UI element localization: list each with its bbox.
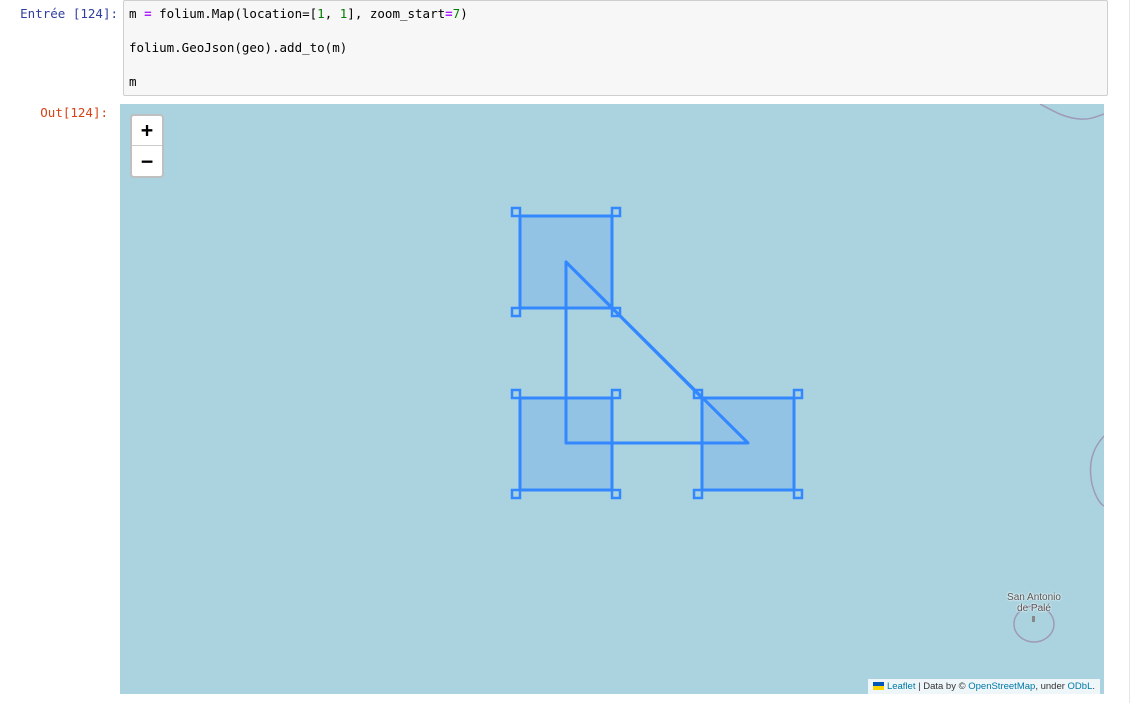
- coastline-right: [1089, 435, 1104, 507]
- code-line-3: m: [129, 74, 137, 89]
- island-marker: [1032, 616, 1035, 622]
- input-prompt: Entrée [124]:: [20, 6, 118, 21]
- ukraine-flag-icon: [872, 682, 884, 690]
- leaflet-link[interactable]: Leaflet: [887, 681, 916, 692]
- zoom-out-button[interactable]: −: [132, 146, 162, 176]
- map-vector-layer: [510, 104, 1104, 643]
- code-editor[interactable]: m = folium.Map(location=[1, 1], zoom_sta…: [123, 0, 1108, 96]
- code-line-2: folium.GeoJson(geo).add_to(m): [129, 40, 348, 55]
- map-attribution: Leaflet | Data by © OpenStreetMap, under…: [867, 679, 1100, 694]
- coastline-top-right: [1039, 104, 1104, 120]
- code-line-1: m = folium.Map(location=[1, 1], zoom_sta…: [129, 6, 468, 21]
- zoom-in-button[interactable]: +: [132, 116, 162, 146]
- output-prompt: Out[124]:: [40, 105, 108, 120]
- place-label: San Antonio de Palé: [1007, 592, 1061, 614]
- geojson-diagonal: [564, 260, 704, 400]
- input-cell: Entrée [124]: m = folium.Map(location=[1…: [0, 0, 1143, 100]
- odbl-link[interactable]: ODbL: [1068, 681, 1093, 692]
- geojson-layer: [518, 214, 796, 492]
- zoom-control: + −: [130, 114, 164, 178]
- openstreetmap-link[interactable]: OpenStreetMap: [968, 681, 1035, 692]
- page-scrollbar[interactable]: [1129, 0, 1130, 703]
- leaflet-map[interactable]: + − San Antonio de Palé Leaflet | Data b…: [120, 104, 1104, 694]
